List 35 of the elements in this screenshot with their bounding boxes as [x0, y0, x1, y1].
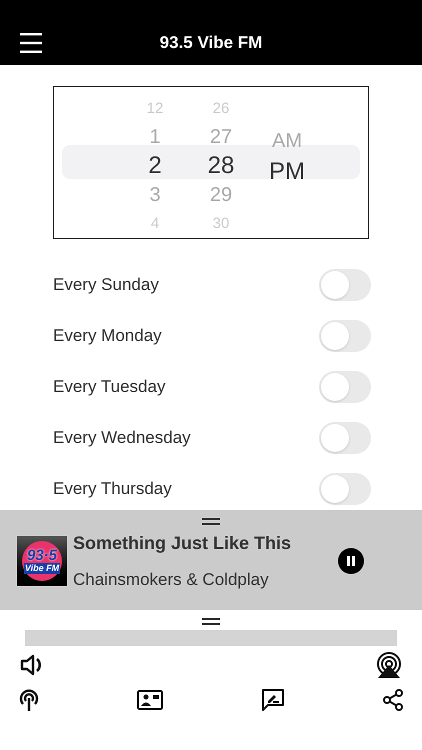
- toggle-switch[interactable]: [319, 268, 371, 300]
- picker-value[interactable]: PM: [269, 156, 305, 187]
- track-artist: Chainsmokers & Coldplay: [73, 568, 270, 590]
- toggle-switch[interactable]: [319, 422, 371, 454]
- share-icon[interactable]: [382, 689, 404, 711]
- day-label: Every Sunday: [53, 274, 159, 296]
- picker-value[interactable]: 28: [208, 152, 234, 180]
- day-label: Every Tuesday: [53, 376, 166, 398]
- cast-icon[interactable]: [376, 652, 402, 678]
- toggle-switch[interactable]: [319, 472, 371, 504]
- toggle-switch[interactable]: [319, 370, 371, 402]
- picker-value[interactable]: AM: [272, 125, 302, 156]
- pause-button[interactable]: [338, 548, 364, 574]
- picker-value[interactable]: 3: [149, 180, 161, 210]
- drag-handle-icon[interactable]: [202, 518, 220, 526]
- day-label: Every Thursday: [53, 478, 172, 500]
- day-label: Every Wednesday: [53, 426, 191, 449]
- drag-handle-icon[interactable]: [202, 618, 220, 626]
- picker-value[interactable]: 1: [149, 122, 161, 152]
- contact-card-icon[interactable]: [137, 690, 164, 710]
- track-title: Something Just Like This: [73, 532, 292, 554]
- toggle-switch[interactable]: [319, 320, 371, 352]
- compose-message-icon[interactable]: [260, 688, 285, 712]
- day-label: Every Monday: [53, 324, 162, 347]
- logo-number: 93·5: [26, 548, 58, 563]
- volume-icon[interactable]: [20, 654, 44, 676]
- logo-name: Vibe FM: [24, 562, 60, 574]
- mini-player[interactable]: 93·5 Vibe FM Something Just Like This Chainsmokers & Coldplay: [0, 510, 422, 610]
- picker-value[interactable]: 27: [210, 122, 232, 152]
- podcast-icon[interactable]: [18, 689, 40, 711]
- menu-icon[interactable]: [20, 33, 42, 53]
- picker-value[interactable]: 29: [210, 180, 232, 210]
- pause-icon: [346, 556, 356, 566]
- header-title: 93.5 Vibe FM: [160, 32, 262, 54]
- picker-value[interactable]: 2: [148, 152, 162, 180]
